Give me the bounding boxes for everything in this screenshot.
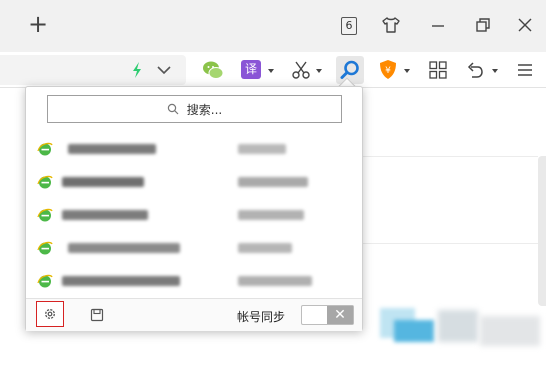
page-scrollbar[interactable]	[538, 156, 546, 306]
page-divider	[363, 243, 538, 244]
search-placeholder: 搜索...	[186, 102, 223, 117]
toggle-off-knob: ✕	[327, 306, 353, 324]
search-engine-popup: 搜索... 帐号同步 ✕	[25, 86, 363, 331]
title-bar: + 6	[0, 0, 546, 52]
item-title-redacted	[68, 144, 156, 154]
account-sync-label: 帐号同步	[237, 310, 286, 324]
ie-icon	[37, 175, 53, 189]
save-icon[interactable]	[89, 307, 105, 323]
popup-footer: 帐号同步 ✕	[26, 298, 362, 331]
search-engine-list	[26, 133, 362, 298]
search-input[interactable]: 搜索...	[47, 95, 342, 123]
search-engine-item[interactable]	[26, 265, 362, 298]
chevron-down-icon[interactable]	[154, 58, 174, 82]
account-sync-toggle[interactable]: ✕	[301, 305, 354, 325]
undo-dropdown-caret[interactable]	[492, 69, 498, 73]
tab-count-button[interactable]: 6	[341, 17, 357, 35]
gear-icon	[45, 309, 55, 319]
item-title-redacted	[62, 210, 148, 220]
ie-icon	[37, 208, 53, 222]
ie-icon	[37, 241, 53, 255]
toggle-off-icon: ✕	[334, 307, 346, 323]
search-engine-item[interactable]	[26, 199, 362, 232]
blurred-content	[394, 320, 434, 342]
item-url-redacted	[238, 243, 292, 253]
page-divider	[363, 156, 538, 157]
shield-dropdown-caret[interactable]	[404, 69, 410, 73]
shield-icon[interactable]: ¥	[377, 58, 399, 82]
item-url-redacted	[238, 276, 312, 286]
wechat-icon[interactable]	[201, 58, 225, 82]
search-engine-item[interactable]	[26, 133, 362, 166]
menu-icon[interactable]	[514, 58, 536, 82]
blurred-content	[480, 316, 540, 346]
blurred-content	[438, 310, 478, 342]
screenshot-dropdown-caret[interactable]	[316, 69, 322, 73]
item-title-redacted	[62, 276, 180, 286]
item-url-redacted	[238, 177, 308, 187]
ie-icon	[37, 274, 53, 288]
undo-icon[interactable]	[463, 58, 487, 82]
search-engine-item[interactable]	[26, 166, 362, 199]
search-engine-item[interactable]	[26, 232, 362, 265]
magnifier-icon	[167, 103, 179, 115]
close-icon[interactable]	[514, 14, 536, 36]
item-title-redacted	[62, 177, 144, 187]
new-tab-button[interactable]: +	[26, 12, 50, 37]
restore-icon[interactable]	[471, 14, 493, 36]
settings-button[interactable]	[36, 301, 64, 327]
item-url-redacted	[238, 144, 286, 154]
toolbar: 译 ¥	[0, 52, 546, 88]
scissors-icon[interactable]	[289, 58, 313, 82]
ie-icon	[37, 142, 53, 156]
translate-dropdown-caret[interactable]	[268, 69, 274, 73]
translate-icon[interactable]: 译	[241, 60, 261, 79]
grid-apps-icon[interactable]	[427, 58, 449, 82]
minimize-icon[interactable]	[427, 14, 449, 36]
item-url-redacted	[238, 210, 304, 220]
svg-text:¥: ¥	[385, 66, 391, 76]
item-title-redacted	[68, 243, 180, 253]
lightning-icon[interactable]	[129, 58, 145, 82]
tshirt-skin-icon[interactable]	[380, 14, 402, 36]
search-input-inner: 搜索...	[48, 96, 341, 122]
